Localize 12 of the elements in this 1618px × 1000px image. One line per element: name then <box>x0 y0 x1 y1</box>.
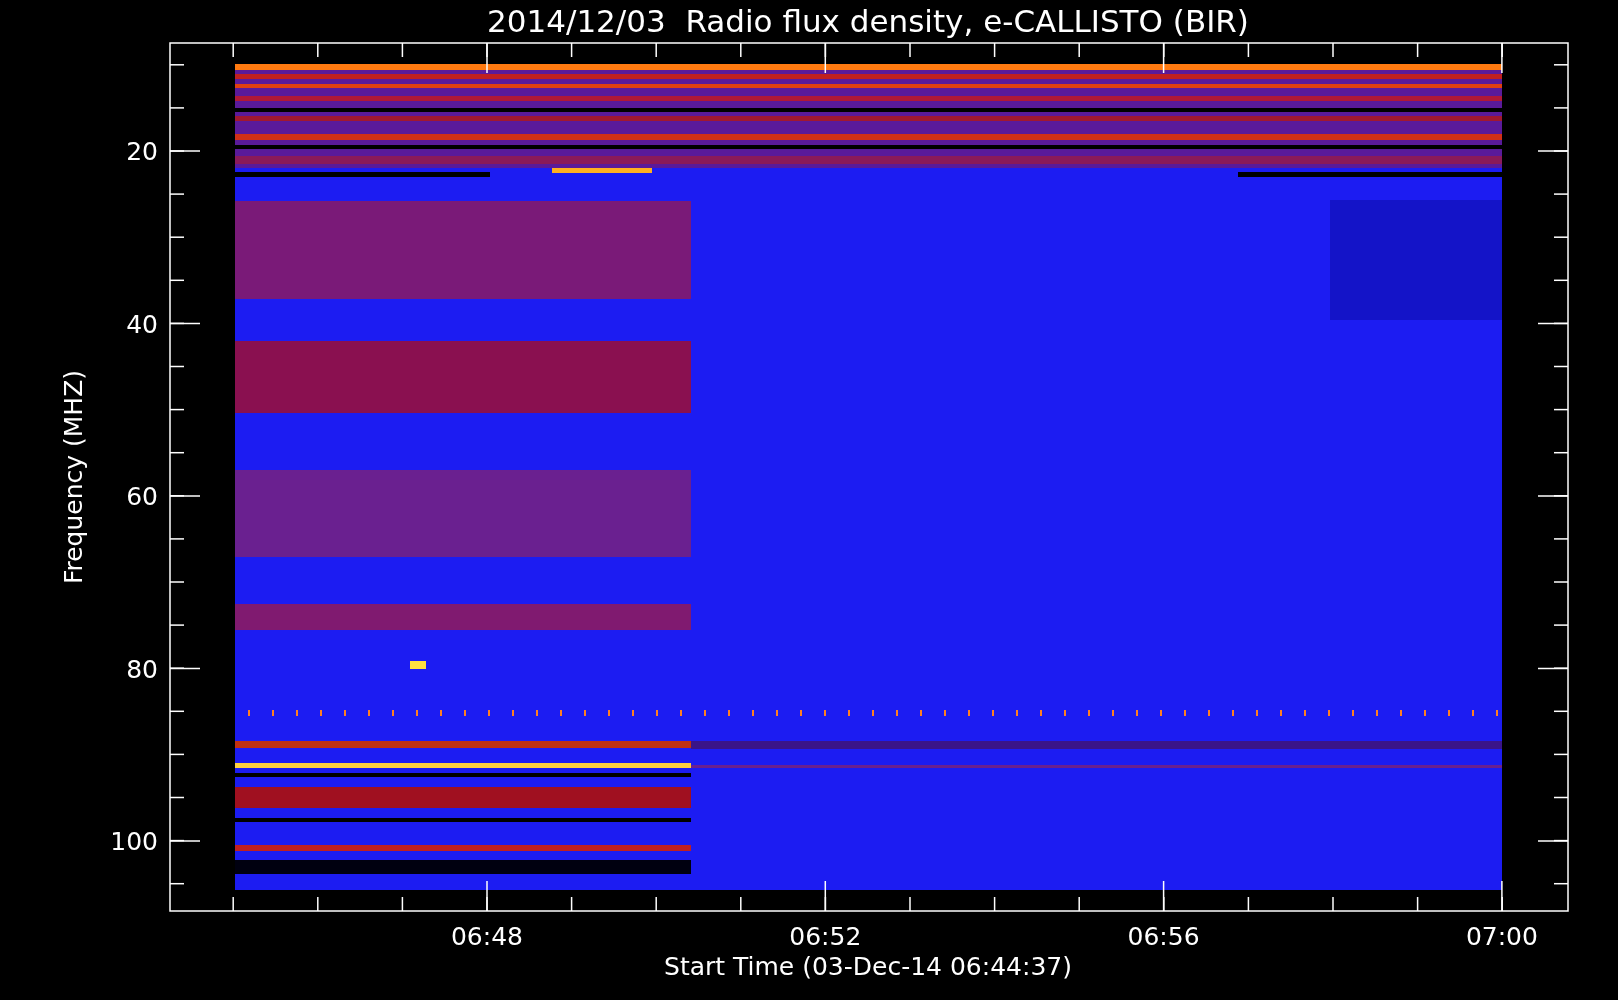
tick-label: 07:00 <box>1465 922 1538 951</box>
tick-label: 06:48 <box>451 922 523 951</box>
tick-label: 60 <box>126 482 158 511</box>
tick-label: 06:52 <box>789 922 862 951</box>
tick-label: 06:56 <box>1127 922 1200 951</box>
axis-label: Frequency (MHZ) <box>59 369 88 585</box>
tick-label: 80 <box>126 654 158 684</box>
axis-label: Start Time (03-Dec-14 06:44:37) <box>664 952 1072 981</box>
tick-label: 20 <box>126 137 158 166</box>
tick-label: 40 <box>126 309 158 339</box>
chart-title: 2014/12/03 Radio flux density, e-CALLISTO (BIR) <box>487 3 1249 39</box>
tick-label: 100 <box>110 827 158 856</box>
